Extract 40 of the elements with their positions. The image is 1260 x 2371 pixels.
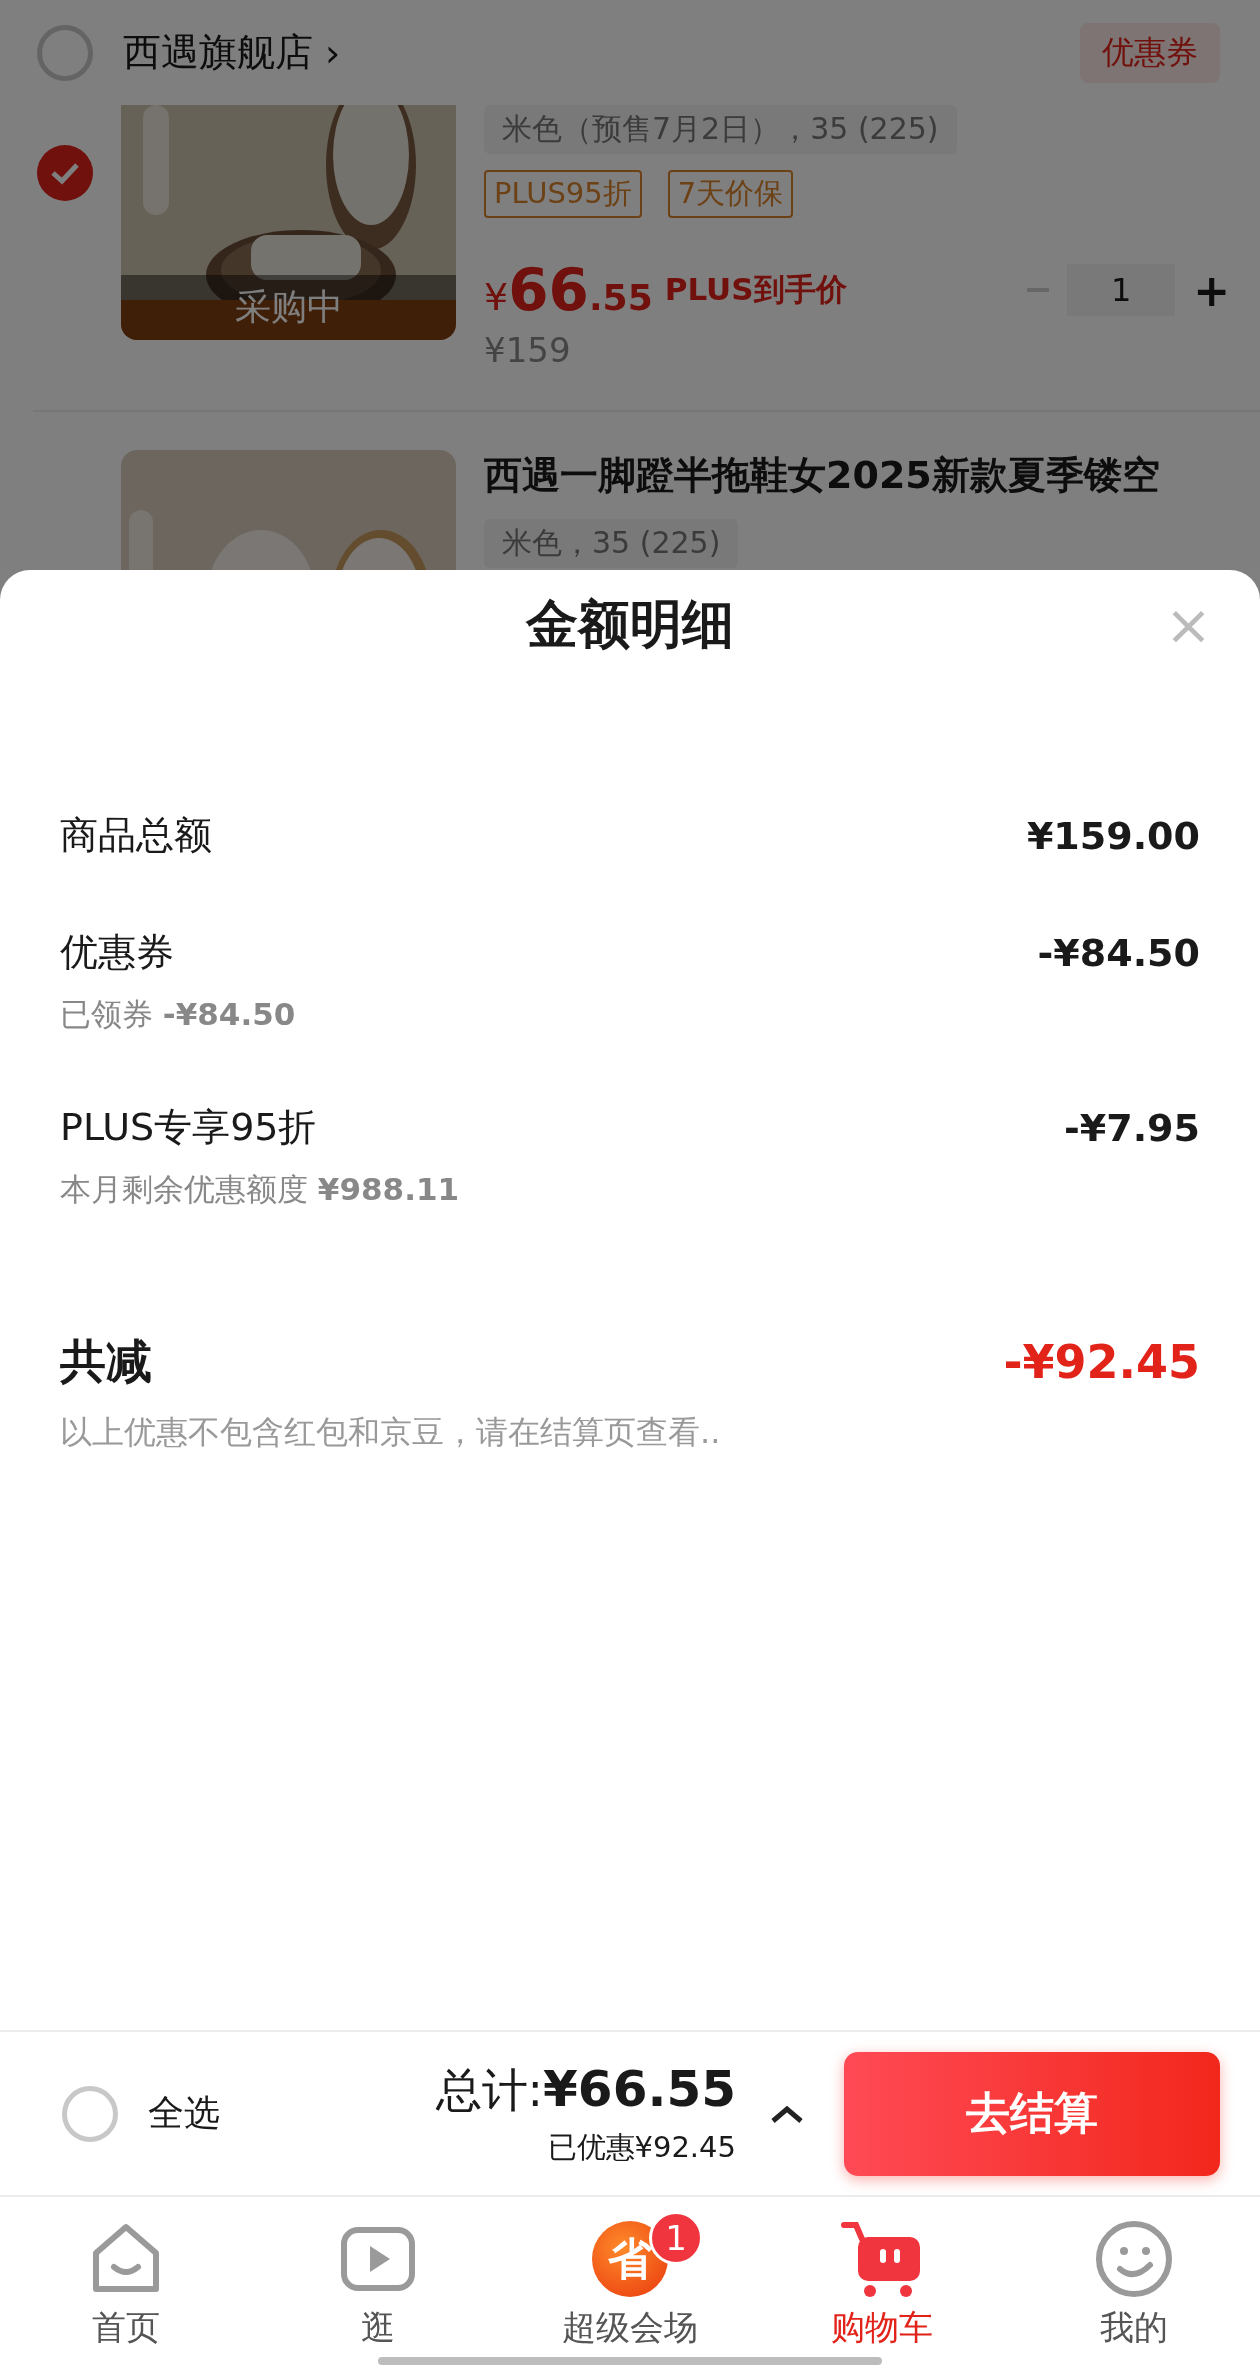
play-icon bbox=[340, 2226, 416, 2292]
footnote: 以上优惠不包含红包和京豆，请在结算页查看.. bbox=[60, 1412, 722, 1453]
row-label: 商品总额 bbox=[60, 812, 212, 859]
variant-dropdown[interactable]: 米色，35 (225) bbox=[484, 519, 739, 568]
checkbox[interactable] bbox=[37, 145, 93, 201]
variant-dropdown[interactable]: 米色（预售7月2日），35 (225) bbox=[484, 105, 957, 154]
checkout-button[interactable]: 去结算 bbox=[844, 2051, 1220, 2176]
row-note: 已领券 -¥84.50 bbox=[60, 995, 297, 1034]
price-label: PLUS到手价 bbox=[664, 270, 847, 309]
promo-tag: PLUS95折 bbox=[484, 170, 642, 218]
chevron-icon: › bbox=[325, 30, 341, 75]
saved-amount: 已优惠¥92.45 bbox=[547, 2128, 736, 2166]
tab[interactable]: 首页 bbox=[0, 2197, 252, 2371]
quantity-field[interactable]: 1 bbox=[1067, 264, 1176, 316]
checkbox[interactable] bbox=[62, 2085, 118, 2142]
store-name[interactable]: 西遇旗舰店 bbox=[123, 27, 313, 78]
product-title[interactable]: 西遇一脚蹬半拖鞋女2025新款夏季镂空 bbox=[484, 450, 1230, 501]
row-label: PLUS专享95折 bbox=[60, 1104, 317, 1151]
original-price: ¥159 bbox=[484, 330, 572, 370]
tab[interactable]: 逛 bbox=[252, 2197, 504, 2371]
total-price: 总计:¥66.55 bbox=[435, 2059, 736, 2120]
tab[interactable]: 我的 bbox=[1008, 2197, 1260, 2371]
caret-icon[interactable] bbox=[770, 2103, 804, 2124]
row-amount: -¥84.50 bbox=[1037, 930, 1200, 975]
row-amount: ¥159.00 bbox=[1026, 813, 1200, 858]
select-all-toggle[interactable]: 全选 bbox=[62, 2085, 220, 2142]
plus-button[interactable]: + bbox=[1193, 264, 1230, 316]
sheet-title: 金额明细 bbox=[526, 593, 734, 656]
total-amount: -¥92.45 bbox=[1003, 1335, 1200, 1389]
tab[interactable]: 购物车 bbox=[756, 2197, 1008, 2371]
coupon-button[interactable]: 优惠券 bbox=[1080, 22, 1220, 83]
row-amount: -¥7.95 bbox=[1064, 1105, 1200, 1150]
total-label: 共减 bbox=[60, 1333, 152, 1390]
smiley-icon bbox=[1094, 2219, 1174, 2299]
check-icon bbox=[50, 161, 80, 185]
savings-icon: 省 bbox=[592, 2221, 668, 2297]
row-label: 优惠券 bbox=[60, 929, 174, 976]
price: ¥66.55 bbox=[484, 256, 653, 324]
promo-tag: 7天价保 bbox=[667, 170, 794, 218]
row-note: 本月剩余优惠额度 ¥988.11 bbox=[60, 1170, 461, 1209]
